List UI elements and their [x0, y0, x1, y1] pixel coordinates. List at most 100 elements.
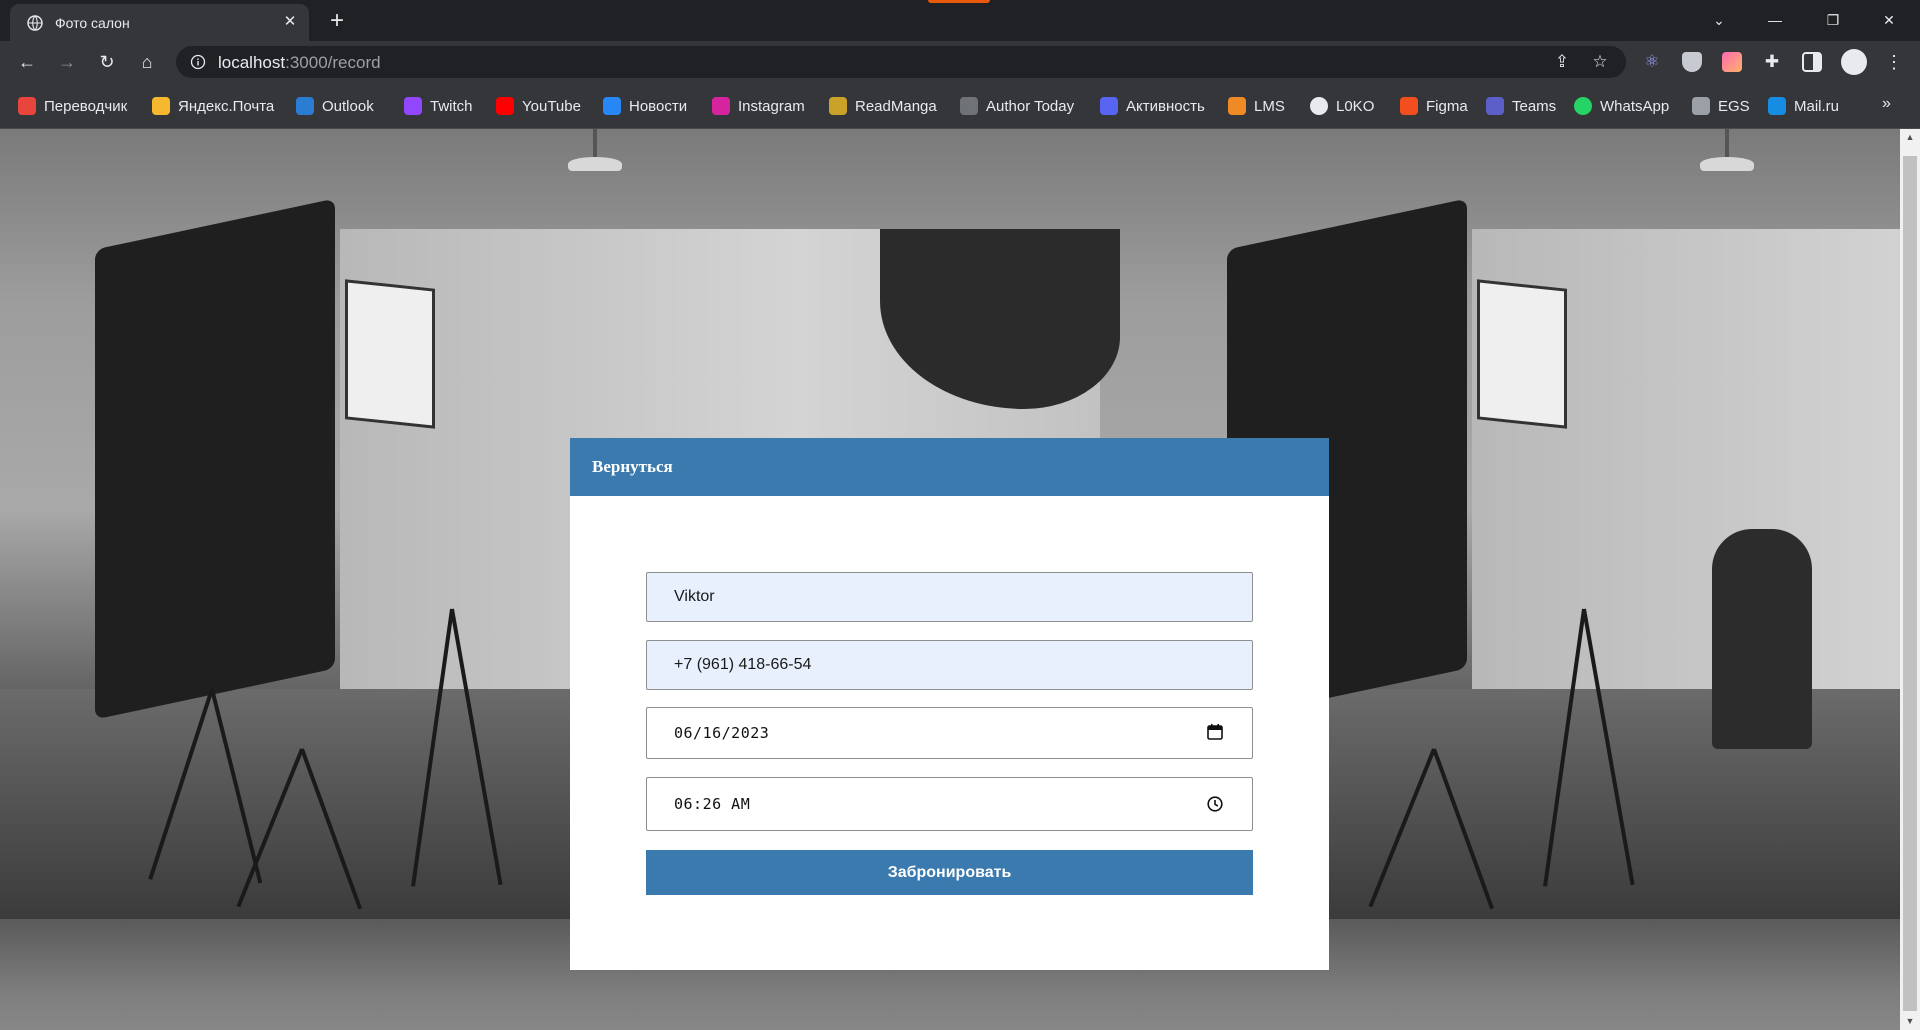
lms-icon [1228, 97, 1246, 115]
back-link[interactable]: Вернуться [592, 457, 673, 477]
bookmark-label: Author Today [986, 97, 1075, 115]
side-panel-icon[interactable] [1802, 52, 1822, 72]
bookmark-label: EGS [1718, 97, 1750, 115]
shield-icon[interactable] [1682, 52, 1702, 72]
close-window-button[interactable]: ✕ [1866, 0, 1912, 40]
egs-icon [1692, 97, 1710, 115]
bookmark-instagram[interactable]: Instagram [712, 96, 805, 116]
phone-input[interactable]: +7 (961) 418-66-54 [646, 640, 1253, 690]
bookmark-label: Яндекс.Почта [178, 97, 275, 115]
date-value: 06/16/2023 [674, 724, 770, 742]
bookmark-mailru[interactable]: Mail.ru [1768, 96, 1839, 116]
bookmark-label: Twitch [430, 97, 473, 115]
tab-title: Фото салон [55, 15, 130, 31]
scroll-up-arrow-icon[interactable]: ▲ [1900, 129, 1920, 146]
armchair [1712, 529, 1812, 749]
bookmark-loko[interactable]: L0KO [1310, 96, 1374, 116]
calendar-icon[interactable] [1206, 723, 1224, 741]
vk-icon [603, 97, 621, 115]
bookmark-whatsapp[interactable]: WhatsApp [1574, 96, 1669, 116]
outlook-icon [296, 97, 314, 115]
share-icon[interactable]: ⇪ [1552, 52, 1572, 72]
bookmark-label: ReadManga [855, 97, 937, 115]
page-scrollbar[interactable]: ▲ ▼ [1900, 129, 1920, 1030]
bookmark-twitch[interactable]: Twitch [404, 96, 473, 116]
reload-icon[interactable]: ↻ [92, 47, 122, 77]
book-button[interactable]: Забронировать [646, 850, 1253, 895]
bookmark-news[interactable]: Новости [603, 96, 687, 116]
bookmark-activity[interactable]: Активность [1100, 96, 1205, 116]
bookmark-label: Mail.ru [1794, 97, 1840, 115]
mail-icon [152, 97, 170, 115]
light-panel [345, 279, 435, 429]
bookmark-label: Новости [629, 97, 688, 115]
url-host: localhost [218, 53, 286, 72]
name-value: Viktor [674, 588, 715, 605]
page-viewport: Вернуться Viktor +7 (961) 418-66-54 06/1… [0, 129, 1900, 1030]
new-tab-button[interactable]: + [323, 8, 351, 36]
ceiling-lamp [560, 129, 630, 171]
bookmark-youtube[interactable]: YouTube [496, 96, 581, 116]
minimize-button[interactable]: — [1752, 0, 1798, 40]
bookmark-label: Outlook [322, 97, 374, 115]
name-input[interactable]: Viktor [646, 572, 1253, 622]
tab-group-indicator [928, 0, 990, 3]
site-info-icon[interactable] [190, 54, 206, 70]
bookmark-author-today[interactable]: Author Today [960, 96, 1074, 116]
whatsapp-icon [1574, 97, 1592, 115]
bookmark-figma[interactable]: Figma [1400, 96, 1468, 116]
bookmark-outlook[interactable]: Outlook [296, 96, 374, 116]
browser-tab[interactable]: Фото салон ✕ [10, 4, 309, 41]
bookmark-label: Teams [1512, 97, 1557, 115]
readmanga-icon [829, 97, 847, 115]
bookmark-label: LMS [1254, 97, 1285, 115]
tab-search-button[interactable]: ⌄ [1696, 0, 1742, 40]
bookmark-label: Переводчик [44, 97, 128, 115]
react-devtools-icon[interactable]: ⚛ [1642, 52, 1662, 72]
bookmark-translate[interactable]: Переводчик [18, 96, 127, 116]
url-text: localhost:3000/record [218, 53, 381, 73]
browser-toolbar: ← → ↻ ⌂ localhost:3000/record ⇪ ☆ ⚛ ✚ ⋮ [0, 41, 1920, 83]
bookmark-label: Instagram [738, 97, 805, 115]
bookmark-label: Figma [1426, 97, 1468, 115]
restore-button[interactable]: ❐ [1810, 0, 1856, 40]
extensions-puzzle-icon[interactable]: ✚ [1762, 52, 1782, 72]
bookmark-readmanga[interactable]: ReadManga [829, 96, 937, 116]
softbox [95, 198, 335, 720]
bookmark-yandex-mail[interactable]: Яндекс.Почта [152, 96, 274, 116]
ceiling-lamp [1692, 129, 1762, 171]
bookmark-star-icon[interactable]: ☆ [1590, 52, 1610, 72]
figma-icon [1400, 97, 1418, 115]
booking-form-card: Вернуться Viktor +7 (961) 418-66-54 06/1… [570, 438, 1329, 970]
youtube-icon [496, 97, 514, 115]
translate-icon [18, 97, 36, 115]
back-arrow-icon[interactable]: ← [12, 47, 42, 77]
bookmark-teams[interactable]: Teams [1486, 96, 1556, 116]
time-value: 06:26 AM [674, 795, 751, 813]
profile-avatar[interactable] [1841, 49, 1867, 75]
bookmark-egs[interactable]: EGS [1692, 96, 1750, 116]
clock-icon[interactable] [1206, 795, 1224, 813]
scrollbar-thumb[interactable] [1903, 156, 1917, 1011]
scroll-down-arrow-icon[interactable]: ▼ [1900, 1013, 1920, 1030]
date-input[interactable]: 06/16/2023 [646, 707, 1253, 759]
close-tab-icon[interactable]: ✕ [280, 12, 300, 32]
instagram-icon [712, 97, 730, 115]
kebab-menu-icon[interactable]: ⋮ [1884, 52, 1904, 72]
github-icon [1310, 97, 1328, 115]
mailru-icon [1768, 97, 1786, 115]
phone-value: +7 (961) 418-66-54 [674, 656, 812, 673]
bookmark-label: L0KO [1336, 97, 1375, 115]
light-panel [1477, 279, 1567, 429]
discord-icon [1100, 97, 1118, 115]
teams-icon [1486, 97, 1504, 115]
bookmark-label: YouTube [522, 97, 581, 115]
bookmark-lms[interactable]: LMS [1228, 96, 1285, 116]
more-bookmarks-icon[interactable]: » [1882, 95, 1891, 113]
time-input[interactable]: 06:26 AM [646, 777, 1253, 831]
home-icon[interactable]: ⌂ [132, 47, 162, 77]
card-header: Вернуться [570, 438, 1329, 496]
forward-arrow-icon[interactable]: → [52, 47, 82, 77]
color-extension-icon[interactable] [1722, 52, 1742, 72]
address-bar[interactable]: localhost:3000/record ⇪ ☆ [176, 46, 1626, 78]
